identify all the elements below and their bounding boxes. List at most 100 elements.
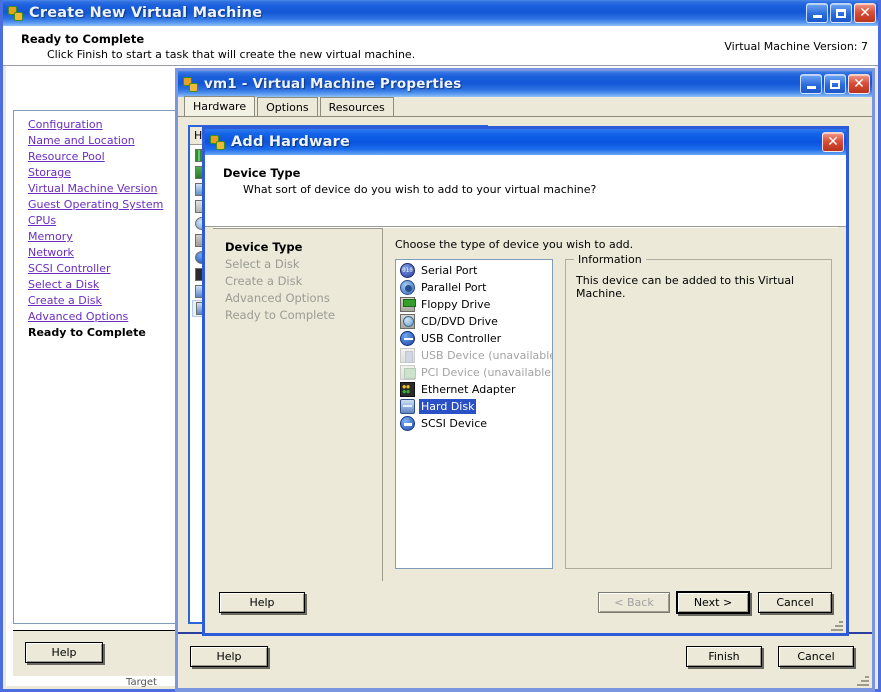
add-hardware-titlebar[interactable]: Add Hardware ✕: [205, 129, 846, 155]
vm-icon: [210, 134, 225, 150]
main-help-button[interactable]: Help: [25, 642, 103, 663]
device-list-item-label: CD/DVD Drive: [421, 315, 498, 328]
vm-icon: [183, 76, 198, 92]
prop-cancel-button[interactable]: Cancel: [778, 646, 854, 667]
device-list-item-label: Floppy Drive: [421, 298, 491, 311]
device-list-item-3[interactable]: CD/DVD Drive: [398, 313, 552, 330]
maximize-button[interactable]: [830, 3, 852, 23]
tab-hardware[interactable]: Hardware: [184, 96, 256, 116]
minimize-button[interactable]: [806, 3, 828, 23]
information-legend: Information: [574, 253, 646, 266]
prop-footer: Help Finish Cancel: [178, 632, 872, 688]
device-list-item-label: USB Controller: [421, 332, 502, 345]
information-text: This device can be added to this Virtual…: [576, 274, 795, 300]
wizard-nav-item-10[interactable]: Select a Disk: [28, 277, 99, 293]
device-list-item-6: PCI Device (unavailable): [398, 364, 552, 381]
parallel-port-icon: [400, 280, 415, 295]
device-list-item-label: Parallel Port: [421, 281, 487, 294]
prop-window-titlebar[interactable]: vm1 - Virtual Machine Properties ✕: [178, 71, 872, 97]
wizard-header-title: Ready to Complete: [21, 32, 145, 46]
device-list-item-label: SCSI Device: [421, 417, 488, 430]
prop-close-button[interactable]: ✕: [848, 74, 870, 94]
device-list-item-4[interactable]: USB Controller: [398, 330, 552, 347]
prop-tabstrip: Hardware Options Resources: [178, 96, 872, 117]
device-list-item-label: Ethernet Adapter: [421, 383, 516, 396]
wizard-nav-item-11[interactable]: Create a Disk: [28, 293, 102, 309]
device-list-item-5: USB Device (unavailable): [398, 347, 552, 364]
scsi-device-icon: [400, 416, 415, 431]
prop-help-button[interactable]: Help: [190, 646, 268, 667]
add-hardware-title: Add Hardware: [231, 134, 351, 150]
partial-bottom-text: Target: [126, 677, 157, 688]
device-list-item-label: Hard Disk: [419, 399, 477, 414]
prop-maximize-button[interactable]: [824, 74, 846, 94]
wizard-header-subtitle: Click Finish to start a task that will c…: [47, 48, 416, 61]
device-list-item-label: Serial Port: [421, 264, 478, 277]
usb-device-icon: [400, 348, 415, 363]
wizard-nav-item-2[interactable]: Resource Pool: [28, 149, 105, 165]
wizard-nav-item-7[interactable]: Memory: [28, 229, 73, 245]
device-list-item-1[interactable]: Parallel Port: [398, 279, 552, 296]
serial-port-icon: [400, 263, 415, 278]
prop-minimize-button[interactable]: [800, 74, 822, 94]
add-hardware-close-button[interactable]: ✕: [822, 132, 844, 152]
wizard-step-1: Select a Disk: [225, 257, 300, 271]
vm-icon: [8, 5, 23, 21]
ethernet-adapter-icon: [400, 382, 415, 397]
device-list-item-9[interactable]: SCSI Device: [398, 415, 552, 432]
device-type-list[interactable]: Serial Port Parallel Port Floppy Drive CD/D…: [395, 259, 553, 569]
wizard-nav-item-9[interactable]: SCSI Controller: [28, 261, 111, 277]
device-list-item-7[interactable]: Ethernet Adapter: [398, 381, 552, 398]
add-hardware-help-button[interactable]: Help: [219, 592, 305, 613]
device-list-item-8[interactable]: Hard Disk: [398, 398, 552, 415]
wizard-nav-item-5[interactable]: Guest Operating System: [28, 197, 163, 213]
next-button[interactable]: Next >: [676, 591, 750, 614]
usb-controller-icon: [400, 331, 415, 346]
wizard-step-0: Device Type: [225, 240, 303, 254]
wizard-nav-list: Configuration Name and Location Resource P…: [14, 111, 182, 341]
wizard-step-4: Ready to Complete: [225, 308, 335, 322]
wizard-nav-item-6[interactable]: CPUs: [28, 213, 56, 229]
wizard-steps-list: Device Type Select a Disk Create a Disk Adv…: [213, 228, 383, 581]
prop-window-title: vm1 - Virtual Machine Properties: [204, 76, 462, 92]
device-list-item-label: PCI Device (unavailable): [421, 366, 553, 379]
wizard-step-3: Advanced Options: [225, 291, 330, 305]
main-window-title: Create New Virtual Machine: [29, 5, 263, 21]
add-hardware-body: Device Type Select a Disk Create a Disk Adv…: [205, 227, 846, 581]
wizard-nav-item-12[interactable]: Advanced Options: [28, 309, 128, 325]
add-hardware-resize-grip[interactable]: [831, 619, 843, 631]
add-hardware-content: Choose the type of device you wish to ad…: [383, 228, 838, 581]
device-list-item-label: USB Device (unavailable): [421, 349, 553, 362]
finish-button[interactable]: Finish: [686, 646, 762, 667]
add-hardware-cancel-button[interactable]: Cancel: [758, 592, 832, 613]
close-button[interactable]: ✕: [854, 3, 876, 23]
choose-device-label: Choose the type of device you wish to ad…: [395, 238, 634, 251]
information-group: Information This device can be added to …: [565, 253, 832, 569]
add-hardware-header-subtitle: What sort of device do you wish to add t…: [243, 183, 597, 196]
cd-dvd-drive-icon: [400, 314, 415, 329]
wizard-nav-item-1[interactable]: Name and Location: [28, 133, 135, 149]
back-button[interactable]: < Back: [598, 592, 670, 613]
add-hardware-header-title: Device Type: [223, 166, 301, 180]
screen: Create New Virtual Machine ✕ Ready to Co…: [0, 0, 881, 692]
wizard-nav-item-3[interactable]: Storage: [28, 165, 71, 181]
tab-options[interactable]: Options: [257, 97, 318, 116]
hard-disk-icon: [400, 399, 415, 414]
main-help-bar: Help: [13, 630, 183, 676]
wizard-nav-item-4[interactable]: Virtual Machine Version: [28, 181, 157, 197]
resize-grip[interactable]: [857, 674, 869, 686]
device-list-item-2[interactable]: Floppy Drive: [398, 296, 552, 313]
add-hardware-dialog: Add Hardware ✕ Device Type What sort of …: [202, 126, 849, 636]
main-window-titlebar[interactable]: Create New Virtual Machine ✕: [3, 0, 878, 26]
tab-resources[interactable]: Resources: [319, 97, 394, 116]
wizard-nav-panel: Configuration Name and Location Resource P…: [13, 110, 183, 624]
wizard-nav-item-8[interactable]: Network: [28, 245, 74, 261]
virtual-machine-version-label: Virtual Machine Version: 7: [724, 40, 868, 53]
wizard-nav-item-13: Ready to Complete: [28, 326, 146, 339]
wizard-header: Ready to Complete Click Finish to start …: [3, 26, 878, 66]
wizard-nav-item-0[interactable]: Configuration: [28, 117, 103, 133]
floppy-drive-icon: [400, 297, 416, 312]
pci-device-icon: [400, 365, 416, 380]
device-list-item-0[interactable]: Serial Port: [398, 262, 552, 279]
add-hardware-header: Device Type What sort of device do you w…: [205, 155, 846, 227]
